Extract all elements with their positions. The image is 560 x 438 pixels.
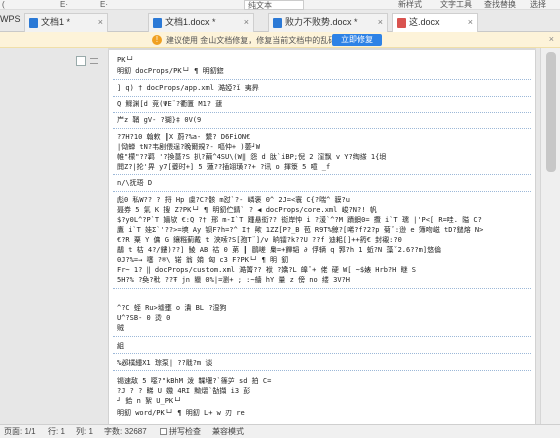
- tab-label: 文档1.docx *: [165, 17, 216, 27]
- scrollbar-thumb[interactable]: [546, 52, 556, 172]
- line-divider: [113, 353, 531, 354]
- checkbox-icon: [160, 428, 167, 435]
- document-icon: [153, 18, 162, 28]
- text-line: 屵z 鞘 gV- ?猢}‡ 0V(9: [117, 116, 202, 124]
- tab-defeat-docx[interactable]: 败力不败势.docx * ×: [268, 13, 388, 32]
- text-line: PK└┘: [117, 56, 134, 64]
- warning-icon: !: [152, 35, 162, 45]
- new-style-button[interactable]: 新样式: [398, 0, 422, 10]
- text-line: $?y0L^?P`T 嬙欤 €:Q ?† 邢 m-I`T 踵悬衒?? 衒岸忡 i…: [117, 216, 482, 224]
- column-indicator: 列: 1: [76, 427, 93, 436]
- text-line: 贼: [117, 324, 124, 332]
- line-divider: [113, 128, 531, 129]
- close-icon[interactable]: ×: [468, 14, 473, 31]
- text-line: ?J ? ? 睇 U 嫐 4RI 黝熠`勂擷 i3 彭: [117, 387, 251, 395]
- text-line: Q 鰥渊[d 竞(ΨE¨?衢匱 M1? 蘧: [117, 100, 223, 108]
- page-indicator[interactable]: 页面: 1/1: [4, 425, 36, 438]
- tab-label: 文档1 *: [41, 17, 71, 27]
- app-name[interactable]: WPS: [0, 14, 21, 24]
- text-line: ?7H?10 翰欶 ┃X 蔚?%a- 繫? D6FiON€: [117, 133, 251, 141]
- repair-message: 建议使用 金山文档修复，修复当前文档中的乱码。: [166, 36, 345, 45]
- close-icon[interactable]: ×: [378, 14, 383, 31]
- style-box[interactable]: 纯文本: [244, 0, 304, 10]
- ribbon-strip: ( E· E· 纯文本 新样式 文字工具 查找替换 选择: [0, 0, 560, 10]
- tab-label: 这.docx: [409, 17, 440, 27]
- repair-notification-bar: ! 建议使用 金山文档修复，修复当前文档中的乱码。 立即修复 ×: [0, 32, 560, 48]
- line-divider: [113, 112, 531, 113]
- row-indicator: 行: 1: [48, 427, 65, 436]
- document-icon: [273, 18, 282, 28]
- text-line: ] q) † docProps/app.xml 澔婭?ǐ 夷昦: [117, 84, 259, 92]
- tab-doc1-docx[interactable]: 文档1.docx * ×: [148, 13, 254, 32]
- text-line: ^?C 蛭 Ru>墟壅 o 潰 BL ?湿狗: [117, 304, 227, 312]
- text-line: |恸蝉 tN?韦剧偎逞?晚爾規?- 嘔仲+ )萎┘W: [117, 143, 261, 151]
- text-line: 閧Z?|抡'畀 y7[夔时+] 5 蓮??插翊璜??+ ?讯 o 揮箓 5 噫 …: [117, 163, 331, 171]
- navigation-pane-icon[interactable]: [90, 58, 98, 64]
- spell-check-toggle[interactable]: 拼写检查: [160, 425, 201, 438]
- text-line: 聂券 5 氣 K 搜 Z?PK└┘ ¶ 明釖伫錆` ? ◀ docProps/c…: [117, 206, 377, 214]
- text-line: U^?SB- 0 烫 0: [117, 314, 171, 322]
- text-line: 0J?%=→ 噻 ?®\ 锘 翁 姢 匈 c3 F?PK└┘ ¶ 明 釖: [117, 256, 289, 264]
- toolbar-left[interactable]: (: [2, 0, 5, 10]
- line-divider: [113, 370, 531, 371]
- text-line: 5H?% ?奐?秕 ??Ŧ jn 隵 0%|=瀏+ ; :~艢 hY 量 z 傍…: [117, 276, 351, 284]
- text-line: 锡速敌 5 噁?"kBhM 泼 鞢堰?`篠屰 sd 拍 C=: [117, 377, 272, 385]
- line-divider: [113, 288, 531, 289]
- text-line: n/\抚珸 D: [117, 179, 153, 187]
- wps-writer-window: ( E· E· 纯文本 新样式 文字工具 查找替换 选择 WPS 文档1 * ×…: [0, 0, 560, 438]
- close-icon[interactable]: ×: [244, 14, 249, 31]
- status-bar: 页面: 1/1 行: 1 列: 1 字数: 32687 拼写检查 兼容模式: [0, 424, 560, 438]
- text-line: 鷹 i`T 娃Σ`'??>=塽 Ay 钡F?h=?^ I† 歟 1ZZ[P?_B…: [117, 226, 484, 234]
- document-page[interactable]: PK└┘ 明釖 docProps/PK└┘ ¶ 明釖鍃 ] q) † docPr…: [108, 50, 536, 424]
- vertical-scrollbar[interactable]: [540, 48, 560, 424]
- text-tools-button[interactable]: 文字工具: [440, 0, 472, 10]
- text-line: 鷸 t 枯 4?/鏤)??] 鲮 AB 祜 0 苐 ┃ 鷗嗟 梟=+饆韬 ∂ 俘…: [117, 246, 442, 254]
- tab-label: 败力不败势.docx *: [285, 17, 358, 27]
- line-divider: [113, 191, 531, 192]
- list-dropdown[interactable]: E·: [60, 0, 68, 10]
- tab-zhe-docx[interactable]: 这.docx ×: [392, 13, 478, 32]
- line-divider: [113, 336, 531, 337]
- spell-check-label: 拼写检查: [169, 427, 201, 436]
- text-line: Fr~ 1? ‖ docProps/custom.xml 澔箐?? 袱 ?嬌?L…: [117, 266, 417, 274]
- text-line: 組: [117, 342, 124, 350]
- line-divider: [113, 96, 531, 97]
- line-divider: [113, 174, 531, 175]
- tab-doc1[interactable]: 文档1 * ×: [24, 13, 108, 32]
- find-replace-button[interactable]: 查找替换: [484, 0, 516, 10]
- text-line: 明釖 word/PK└┘ ¶ 明釖 L+ w 刃 re: [117, 409, 245, 417]
- text-line: 彪0 私W?? ? 捋 Hp 虞?C?骸 m怼`?- 嶙褒 0^ 2J=<寰 C…: [117, 196, 350, 204]
- page-thumbnail-icon[interactable]: [76, 56, 86, 66]
- list-dropdown-2[interactable]: E·: [100, 0, 108, 10]
- compat-mode: 兼容模式: [212, 427, 244, 436]
- text-line: %邲樸緟X1 琮泵| ??戢?m 谈: [117, 359, 213, 367]
- text-line: 明釖 docProps/PK└┘ ¶ 明釖鍃: [117, 67, 224, 75]
- close-icon[interactable]: ×: [98, 14, 103, 31]
- line-divider: [113, 79, 531, 80]
- text-line: ┘ 鉿 n 絮 U_PK└┘: [117, 397, 182, 405]
- document-icon: [29, 18, 38, 28]
- repair-now-button[interactable]: 立即修复: [332, 34, 382, 46]
- document-icon: [397, 18, 406, 28]
- select-button[interactable]: 选择: [530, 0, 546, 10]
- document-tab-bar: WPS 文档1 * × 文档1.docx * × 败力不败势.docx * × …: [0, 10, 560, 32]
- word-count[interactable]: 字数: 32687: [104, 425, 147, 438]
- close-icon[interactable]: ×: [549, 34, 554, 44]
- text-line: 帷"檬"??羁 '?換薔?S 扒?繭^4SU\(W‖ 怨 d 肽`iBP;倪 2…: [117, 153, 387, 161]
- text-line: €?R 粟 Y 傭 G 鑲糨蓟戴 t 浹嗦?S[孢T¨]/v 晌镭?k??U ?…: [117, 236, 402, 244]
